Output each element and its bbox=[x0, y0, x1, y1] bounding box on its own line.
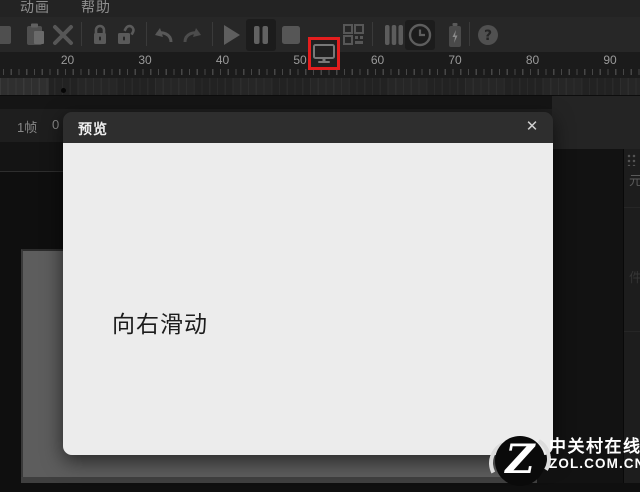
paste-icon[interactable] bbox=[23, 21, 47, 48]
preview-monitor-icon-highlighted[interactable] bbox=[308, 37, 340, 70]
ruler-tick-label: 20 bbox=[61, 53, 74, 67]
drag-grip-icon[interactable] bbox=[627, 154, 637, 166]
copy-icon[interactable] bbox=[0, 21, 15, 48]
ruler-tick-label: 40 bbox=[216, 53, 229, 67]
menu-bar: 动画 帮助 bbox=[0, 0, 640, 17]
selected-frames-range[interactable] bbox=[0, 78, 49, 95]
preview-text: 向右滑动 bbox=[112, 305, 208, 339]
watermark-site-url: ZOL.COM.CN bbox=[549, 456, 640, 471]
lock-icon[interactable] bbox=[88, 21, 112, 48]
dialog-body: 向右滑动 bbox=[63, 143, 553, 455]
zol-logo-letter: Z bbox=[505, 436, 534, 483]
redo-icon[interactable] bbox=[181, 21, 205, 48]
play-icon[interactable] bbox=[219, 21, 243, 48]
delete-icon[interactable] bbox=[51, 21, 75, 48]
frames-track[interactable] bbox=[0, 78, 640, 96]
frame-value-label: 0 bbox=[52, 117, 59, 132]
svg-text:?: ? bbox=[484, 28, 492, 44]
strip-divider bbox=[624, 207, 640, 208]
panel-tab-label-top[interactable]: 元 bbox=[629, 170, 640, 189]
ruler-tick-label: 30 bbox=[138, 53, 151, 67]
toolbar-separator bbox=[146, 22, 147, 46]
dialog-title: 预览 bbox=[78, 119, 108, 139]
stop-icon[interactable] bbox=[279, 21, 303, 48]
stage-bottom-edge bbox=[21, 477, 537, 483]
qr-code-icon[interactable] bbox=[341, 21, 365, 48]
zol-logo-icon: Z bbox=[495, 436, 545, 486]
toolbar-separator bbox=[469, 22, 470, 46]
frame-count-label: 1帧 bbox=[17, 117, 37, 136]
watermark-site-name: 中关村在线 bbox=[549, 437, 640, 456]
menu-item-help[interactable]: 帮助 bbox=[81, 0, 111, 17]
ruler-tick-label: 80 bbox=[526, 53, 539, 67]
zol-watermark: Z 中关村在线 ZOL.COM.CN bbox=[492, 434, 640, 483]
help-icon[interactable]: ? bbox=[476, 21, 500, 48]
timeline-lower-strip bbox=[0, 96, 640, 109]
unlock-icon[interactable] bbox=[114, 21, 142, 48]
ruler-tick-label: 60 bbox=[371, 53, 384, 67]
ruler-tick-label: 50 bbox=[293, 53, 306, 67]
clock-icon[interactable] bbox=[405, 20, 435, 50]
top-right-panel bbox=[552, 96, 640, 149]
close-icon[interactable]: ✕ bbox=[522, 117, 542, 137]
battery-icon[interactable] bbox=[443, 21, 467, 48]
pause-icon[interactable] bbox=[246, 19, 276, 51]
menu-item-animation[interactable]: 动画 bbox=[20, 0, 50, 17]
preview-dialog: 预览 ✕ 向右滑动 bbox=[63, 112, 553, 455]
dialog-titlebar[interactable]: 预览 ✕ bbox=[63, 112, 553, 143]
keyframe-dot[interactable] bbox=[61, 88, 66, 93]
ruler-tick-label: 90 bbox=[603, 53, 616, 67]
undo-icon[interactable] bbox=[151, 21, 175, 48]
toolbar-separator bbox=[372, 22, 373, 46]
toolbar-separator bbox=[81, 22, 82, 46]
panel-tab-label-bottom[interactable]: 件 bbox=[629, 267, 640, 286]
strip-divider bbox=[624, 331, 640, 332]
frames-icon[interactable] bbox=[382, 21, 406, 48]
toolbar-separator bbox=[212, 22, 213, 46]
toolbar: ? bbox=[0, 17, 640, 53]
ruler-tick-label: 70 bbox=[448, 53, 461, 67]
right-panel-strip[interactable]: 元 件 bbox=[623, 149, 640, 483]
